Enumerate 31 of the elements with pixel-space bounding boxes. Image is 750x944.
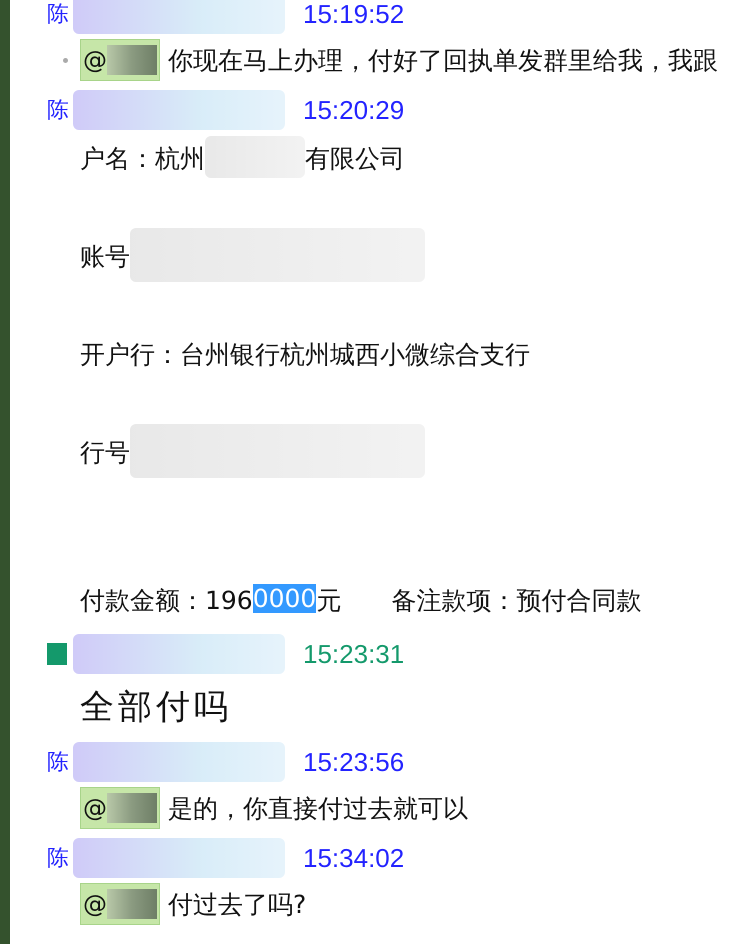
message-text: 全部付吗 bbox=[80, 686, 233, 729]
message-text: 备注款项：预付合同款 bbox=[391, 585, 642, 617]
sender-name: 陈 bbox=[47, 97, 70, 125]
message-time: 15:19:52 bbox=[303, 0, 404, 30]
message-time: 15:34:02 bbox=[303, 842, 404, 874]
message-time: 15:23:31 bbox=[303, 638, 404, 670]
sender-name: 陈 bbox=[47, 749, 70, 777]
sender-name: 陈 bbox=[47, 845, 70, 873]
redaction-blur bbox=[107, 45, 157, 75]
at-sign: @ bbox=[83, 46, 107, 74]
message-text: 付过去了吗? bbox=[168, 888, 306, 920]
redaction-blur bbox=[107, 793, 157, 823]
message-time: 15:20:29 bbox=[303, 94, 404, 126]
message-text: 户名：杭州 bbox=[80, 143, 205, 175]
mention-tag[interactable]: @ bbox=[80, 883, 160, 925]
message-text: 账号 bbox=[80, 241, 130, 273]
mention-tag[interactable]: @ bbox=[80, 787, 160, 829]
selected-text: 0000 bbox=[252, 584, 316, 613]
message-text: 行号 bbox=[80, 437, 130, 469]
message-text: 开户行：台州银行杭州城西小微综合支行 bbox=[80, 339, 530, 371]
at-sign: @ bbox=[83, 794, 107, 822]
message-text: 元 bbox=[316, 585, 342, 617]
redaction-blur bbox=[107, 889, 157, 919]
at-sign: @ bbox=[83, 890, 107, 918]
message-text: 付款金额：196 bbox=[80, 585, 253, 617]
message-time: 15:23:56 bbox=[303, 746, 404, 778]
mention-tag[interactable]: @ bbox=[80, 39, 160, 81]
message-text: 有限公司 bbox=[305, 143, 405, 175]
message-text: 你现在马上办理，付好了回执单发群里给我，我跟 bbox=[168, 44, 718, 76]
message-text: 是的，你直接付过去就可以 bbox=[168, 792, 468, 824]
sender-name: 陈 bbox=[47, 1, 70, 29]
